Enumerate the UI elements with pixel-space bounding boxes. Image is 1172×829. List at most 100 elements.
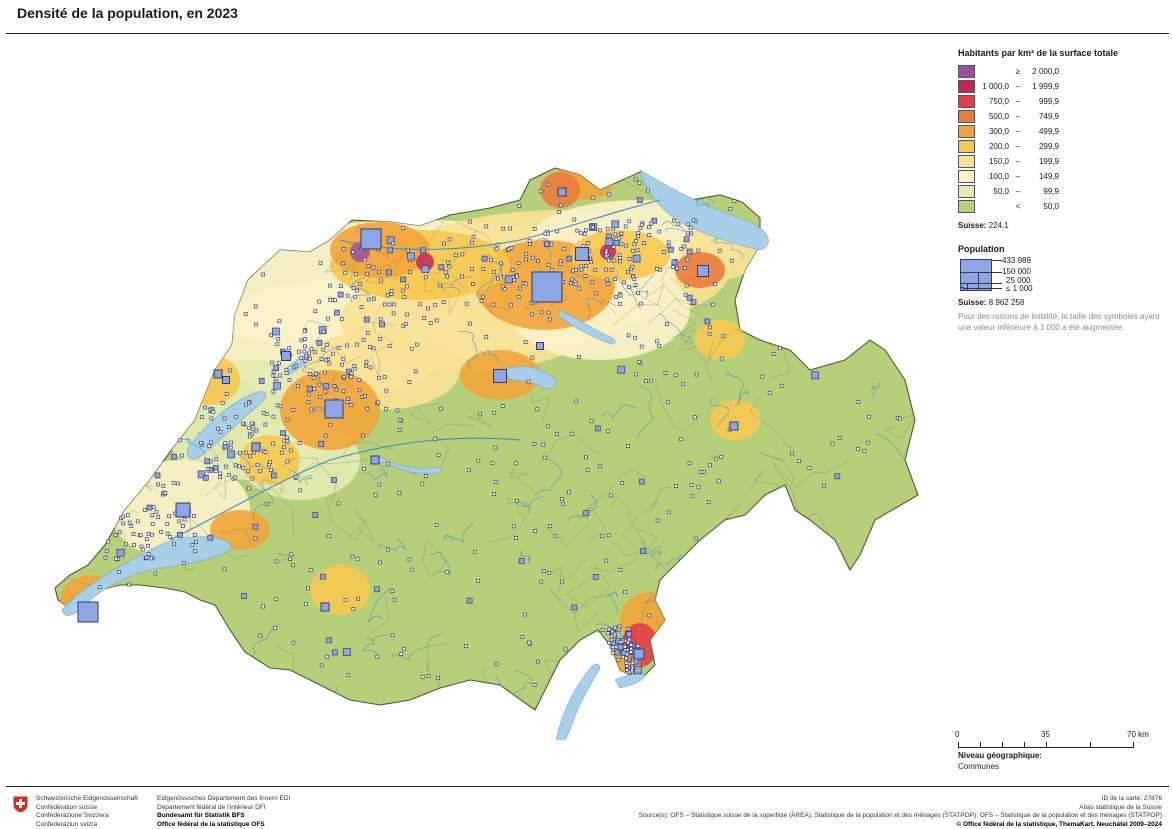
commune-population-square <box>114 556 118 561</box>
commune-population-square <box>261 272 265 277</box>
commune-population-square <box>304 601 308 606</box>
commune-population-square <box>247 425 252 430</box>
commune-population-square <box>655 518 660 523</box>
commune-population-square <box>241 421 245 426</box>
commune-population-square <box>702 470 706 475</box>
commune-population-square <box>627 285 631 289</box>
commune-population-square <box>273 381 281 390</box>
commune-population-square <box>358 282 362 286</box>
commune-population-square <box>296 383 300 388</box>
commune-population-square <box>574 268 578 272</box>
commune-population-square <box>623 224 628 229</box>
commune-population-square <box>331 351 335 356</box>
commune-border <box>193 187 222 220</box>
river <box>654 688 668 710</box>
commune-population-square <box>407 252 415 261</box>
commune-population-square <box>544 241 550 248</box>
commune-population-square <box>341 247 346 251</box>
commune-population-square <box>270 360 275 365</box>
commune-population-square <box>837 436 842 440</box>
commune-population-square <box>494 662 499 666</box>
commune-population-square <box>553 534 558 539</box>
commune-population-square <box>190 543 195 547</box>
commune-population-square <box>389 289 394 293</box>
commune-population-square <box>532 442 537 446</box>
commune-population-square <box>308 372 313 376</box>
commune-population-square <box>644 379 648 384</box>
commune-population-square <box>362 257 367 262</box>
commune-population-square <box>618 293 623 298</box>
leader-line <box>979 272 1002 273</box>
commune-population-square <box>151 505 156 510</box>
commune-population-square <box>297 441 302 445</box>
commune-population-square <box>278 404 283 409</box>
commune-population-square <box>264 412 269 416</box>
commune-population-square <box>516 261 521 265</box>
commune-population-square <box>395 408 400 413</box>
class-upper-bound: 499,9 <box>1038 127 1059 136</box>
commune-population-square <box>326 637 332 644</box>
commune-population-square <box>639 344 644 349</box>
commune-population-square <box>277 319 282 324</box>
density-total-label: Suisse: <box>958 221 987 230</box>
commune-population-square <box>218 430 223 434</box>
commune-population-square <box>343 270 348 275</box>
department-de: Eidgenössisches Departement des Innern E… <box>157 795 291 802</box>
commune-population-square <box>177 532 183 538</box>
commune-population-square <box>366 297 371 302</box>
commune-population-square <box>579 231 584 236</box>
commune-population-square <box>341 357 346 361</box>
commune-population-square <box>438 406 443 411</box>
legend-note: Pour des raisons de lisibilité, la taill… <box>958 312 1160 332</box>
commune-population-square <box>613 277 618 281</box>
commune-population-square <box>585 467 590 472</box>
commune-population-square <box>420 247 426 254</box>
commune-population-square <box>361 433 365 438</box>
commune-population-square <box>594 291 599 296</box>
density-zone <box>310 565 370 615</box>
commune-population-square <box>558 203 563 208</box>
commune-population-square <box>626 333 631 338</box>
commune-population-square <box>533 529 537 533</box>
commune-population-square <box>699 470 703 474</box>
commune-population-square <box>268 460 272 465</box>
commune-population-square <box>325 343 329 347</box>
commune-population-square <box>318 261 323 265</box>
commune-population-square <box>254 322 258 327</box>
commune-population-square <box>280 430 286 436</box>
commune-population-square <box>199 441 203 445</box>
commune-population-square <box>639 222 644 227</box>
commune-population-square <box>291 563 295 568</box>
commune-population-square <box>606 533 611 538</box>
commune-population-square <box>384 388 389 393</box>
density-class-swatch <box>958 110 975 123</box>
commune-population-square <box>339 284 343 288</box>
commune-population-square <box>405 284 409 289</box>
commune-population-square <box>385 547 390 552</box>
commune-population-square <box>333 298 337 303</box>
commune-population-square <box>159 530 164 534</box>
commune-population-square <box>202 474 209 481</box>
commune-population-square <box>686 294 693 301</box>
commune-population-square <box>270 472 277 479</box>
commune-population-square <box>253 304 258 309</box>
commune-population-square <box>357 378 362 382</box>
commune-population-square <box>402 295 407 299</box>
commune-population-square <box>606 429 611 434</box>
commune-population-square <box>387 344 392 348</box>
page-title: Densité de la population, en 2023 <box>17 5 238 21</box>
commune-population-square <box>146 504 153 511</box>
commune-population-square <box>686 222 690 227</box>
commune-population-square <box>232 475 237 480</box>
commune-population-square <box>460 252 465 257</box>
commune-population-square <box>685 257 690 262</box>
commune-population-square <box>125 513 130 517</box>
commune-population-square <box>274 597 279 601</box>
commune-population-square <box>172 542 176 547</box>
switzerland-density-map[interactable] <box>0 40 940 740</box>
commune-population-square <box>326 316 330 321</box>
commune-population-square <box>624 660 629 665</box>
commune-population-square <box>694 372 699 377</box>
leader-line <box>968 283 1002 284</box>
commune-population-square <box>180 453 184 458</box>
